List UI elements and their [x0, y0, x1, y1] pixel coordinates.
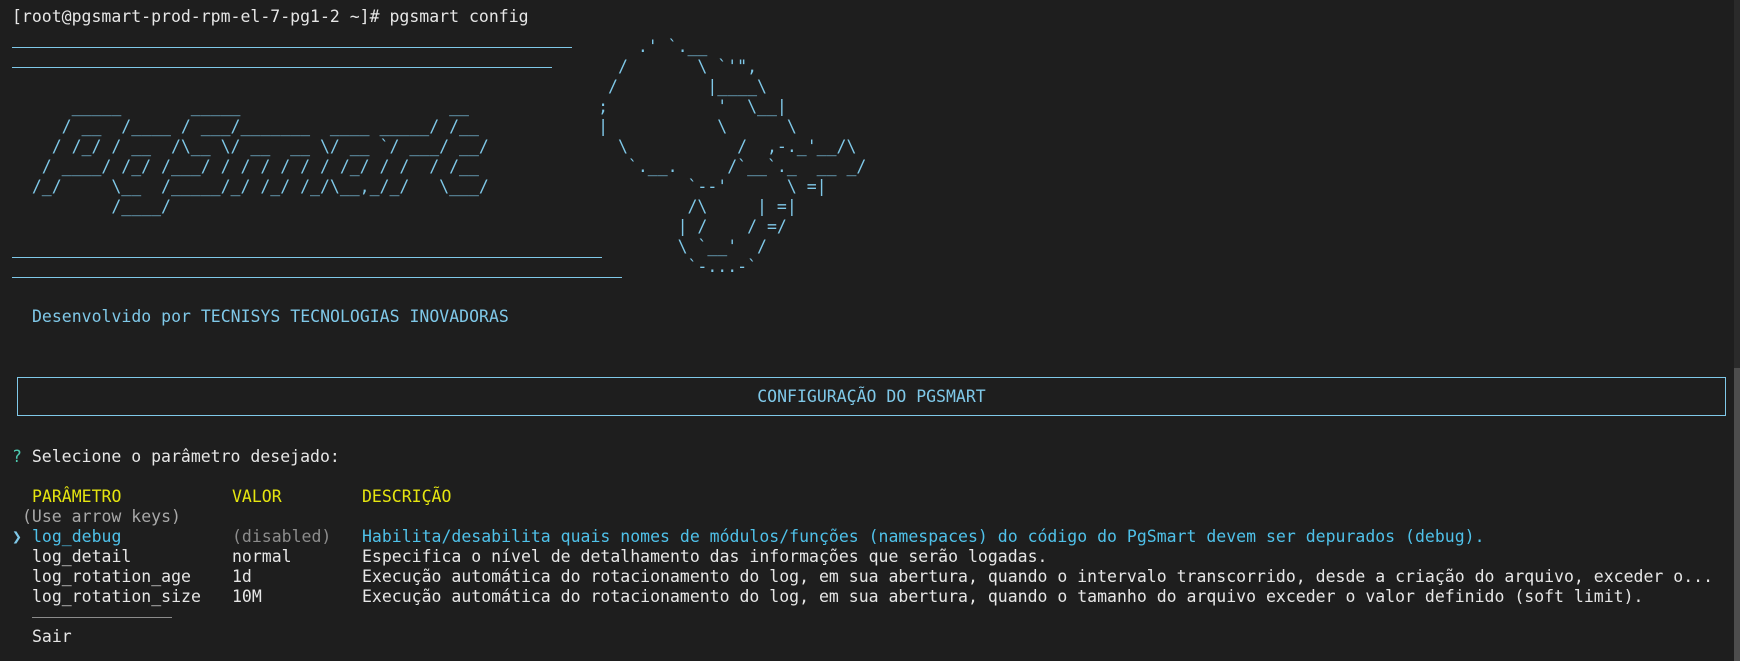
config-title: CONFIGURAÇÃO DO PGSMART [757, 387, 986, 406]
developed-by-text: Desenvolvido por TECNISYS TECNOLOGIAS IN… [32, 307, 509, 326]
scrollbar-thumb[interactable] [1734, 368, 1740, 661]
question-line: ? Selecione o parâmetro desejado: [12, 447, 340, 467]
pgsmart-ascii-banner: .' `.__ / \ `'", / |____\ _____ _____ __… [31, 37, 867, 276]
option-value: 1d [232, 567, 252, 586]
option-value: (disabled) [232, 527, 332, 546]
question-text: Selecione o parâmetro desejado: [31, 447, 340, 466]
option-description: Execução automática do rotacionamento do… [362, 567, 1714, 586]
header-description: DESCRIÇÃO [362, 487, 452, 506]
config-title-box: CONFIGURAÇÃO DO PGSMART [17, 377, 1726, 416]
option-description: Execução automática do rotacionamento do… [362, 587, 1644, 606]
option-description: Habilita/desabilita quais nomes de módul… [362, 527, 1485, 546]
option-param[interactable]: log_rotation_age [32, 567, 191, 587]
option-value: 10M [232, 587, 262, 606]
option-param[interactable]: log_debug [32, 527, 121, 547]
banner-rule-bottom-2 [12, 277, 622, 278]
option-param[interactable]: log_detail [32, 547, 131, 567]
question-mark-icon: ? [12, 447, 22, 466]
options-separator [32, 617, 172, 618]
terminal-window[interactable]: [root@pgsmart-prod-rpm-el-7-pg1-2 ~]# pg… [0, 0, 1740, 661]
option-description: Especifica o nível de detalhamento das i… [362, 547, 1048, 566]
header-value: VALOR [232, 487, 282, 506]
selection-cursor-icon: ❯ [12, 527, 22, 546]
option-value: normal [232, 547, 292, 566]
command-prompt-line: [root@pgsmart-prod-rpm-el-7-pg1-2 ~]# pg… [12, 7, 529, 26]
arrow-keys-hint: (Use arrow keys) [22, 507, 181, 526]
header-param: PARÂMETRO [32, 487, 122, 506]
option-param[interactable]: log_rotation_size [32, 587, 201, 607]
exit-option[interactable]: Sair [32, 627, 72, 647]
